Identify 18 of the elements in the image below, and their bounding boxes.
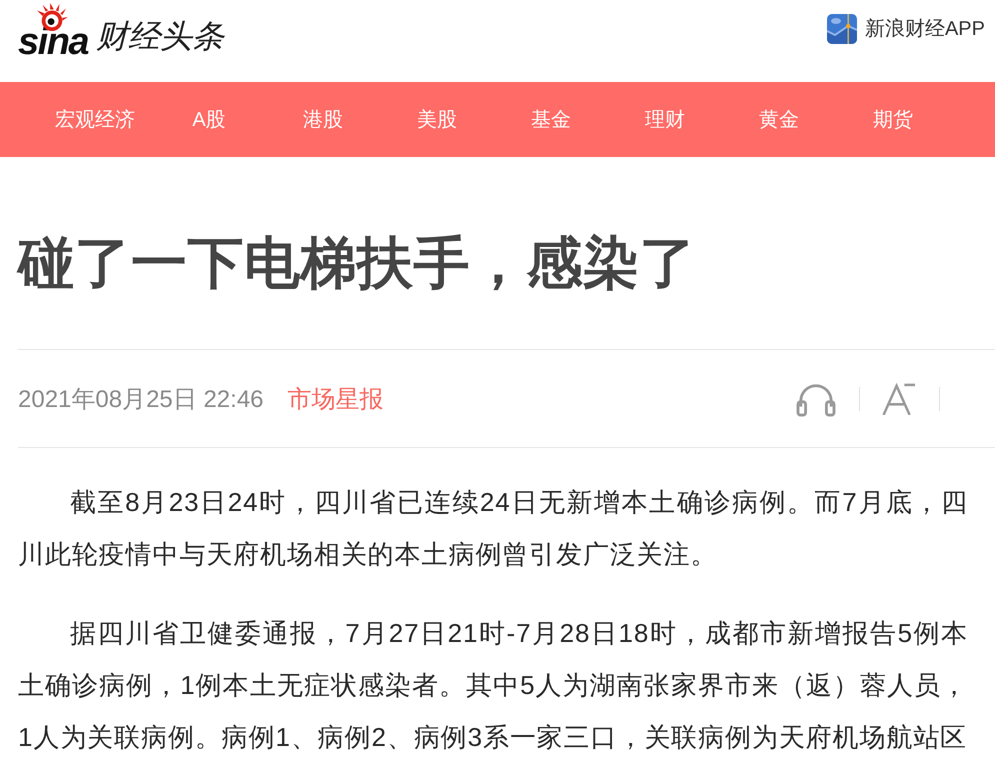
section-name: 财经头条: [96, 17, 224, 55]
nav-link[interactable]: A股: [152, 106, 266, 133]
nav-link[interactable]: 宏观经济: [38, 106, 152, 133]
nav-link[interactable]: 理财: [608, 106, 722, 133]
nav-link[interactable]: 港股: [266, 106, 380, 133]
nav-link[interactable]: 期货: [836, 106, 950, 133]
nav-link[interactable]: 黄金: [722, 106, 836, 133]
article-paragraph: 截至8月23日24时，四川省已连续24日无新增本土确诊病例。而7月底，四川此轮疫情中与天府机场相关的本土病例曾引发广泛关注。: [18, 486, 968, 571]
article-title: 碰了一下电梯扶手，感染了: [18, 230, 697, 296]
nav-link[interactable]: 美股: [380, 106, 494, 133]
nav-link[interactable]: 基金: [494, 106, 608, 133]
brand-logo-text: sina: [18, 27, 88, 57]
app-download-link[interactable]: 新浪财经APP: [826, 14, 985, 44]
source-link[interactable]: 市场星报: [288, 382, 384, 414]
publish-date: 2021年08月25日 22:46: [18, 384, 264, 414]
font-size-icon[interactable]: [882, 382, 917, 415]
article-paragraph: 据四川省卫健委通报，7月27日21时-7月28日18时，成都市新增报告5例本土确诊病例，1例本土无症状感染者。其中5人为湖南张家界市来（返）蓉人员，1人为关联病例。病例1、病例2、病例3系一家三口，关联病例为天府机场航站区: [18, 617, 968, 754]
app-icon: [826, 14, 857, 44]
